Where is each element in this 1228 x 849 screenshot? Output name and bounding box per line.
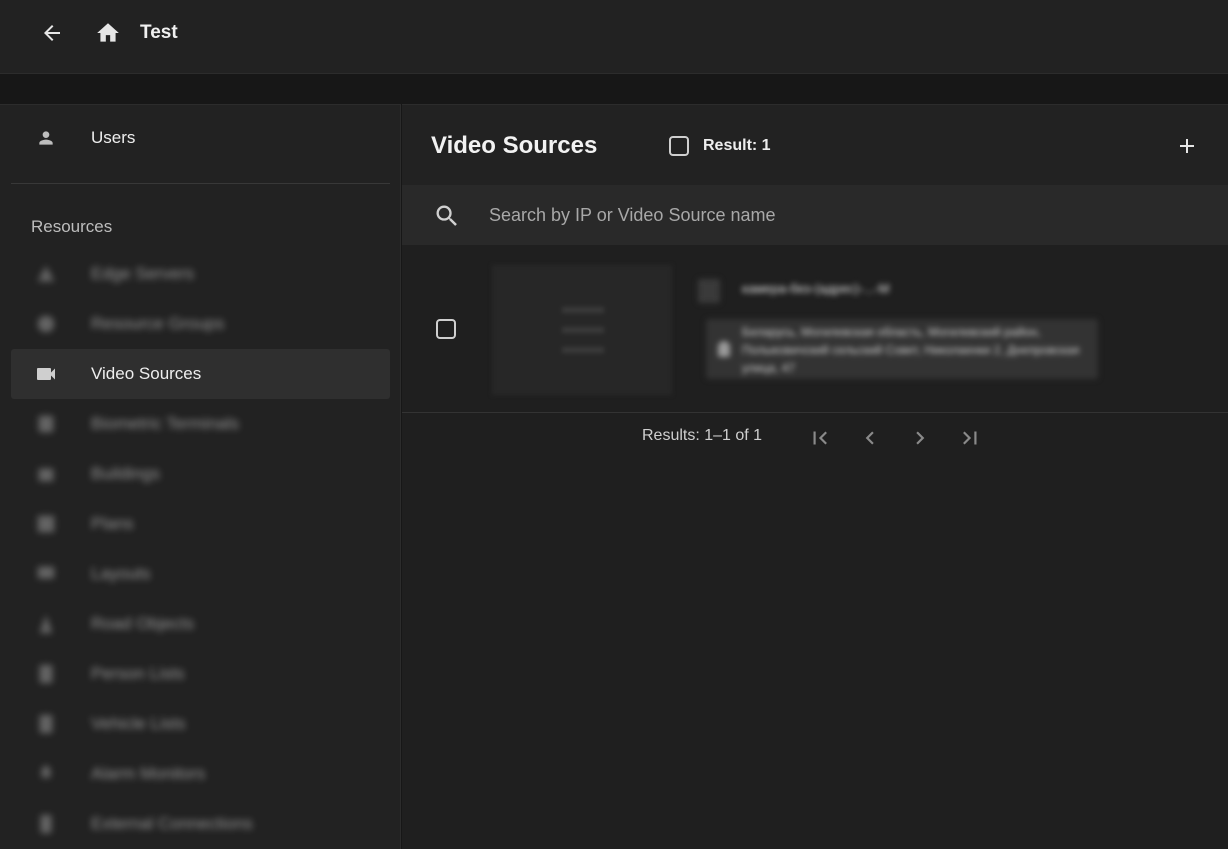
add-video-source-button[interactable] [1172,131,1202,161]
layout-icon [33,561,59,587]
sidebar-item-external-connections[interactable]: External Connections [11,799,390,849]
select-all-checkbox[interactable] [669,136,689,156]
sidebar-item-label: Video Sources [91,364,202,383]
search-bar [402,185,1228,245]
terminal-icon [33,411,59,437]
person-icon [33,125,59,151]
table-row[interactable]: камера-без-(адрес)-...-М Беларусь, Могил… [402,245,1228,413]
sidebar-item-label: Plans [91,514,134,533]
sidebar-item-label: Biometric Terminals [91,414,240,433]
sidebar-item-users[interactable]: Users [11,113,390,163]
sidebar-item-label: Road Objects [91,614,194,633]
sidebar-item-resource-groups[interactable]: Resource Groups [11,299,390,349]
sidebar-item-video-sources[interactable]: Video Sources [11,349,390,399]
sidebar-item-vehicle-lists[interactable]: Vehicle Lists [11,699,390,749]
result-count: Result: 1 [703,137,771,154]
sidebar-item-label: Edge Servers [91,264,194,283]
sidebar-item-label: Person Lists [91,664,185,683]
connection-icon [33,811,59,837]
pagination-results: Results: 1–1 of 1 [642,427,763,444]
groups-icon [33,311,59,337]
search-icon [436,205,457,226]
sidebar-item-layouts[interactable]: Layouts [11,549,390,599]
sidebar-section-title: Resources [31,217,113,236]
road-icon [33,611,59,637]
top-bar: Test [0,0,1228,74]
arrow-left-icon [44,25,60,41]
first-page-icon [813,431,827,445]
plus-icon [1180,139,1194,153]
sidebar-item-road-objects[interactable]: Road Objects [11,599,390,649]
sidebar-item-plans[interactable]: Plans [11,499,390,549]
home-button[interactable] [94,19,122,47]
sidebar-item-label: Vehicle Lists [91,714,186,733]
main-panel: Video Sources Result: 1 камера-без-(адре… [402,104,1228,849]
home-icon [97,23,119,42]
next-page-button[interactable] [907,425,933,451]
back-button[interactable] [38,19,66,47]
panel-header: Video Sources Result: 1 [402,105,1228,185]
pagination: Results: 1–1 of 1 [402,413,1228,459]
sidebar-item-label: Buildings [91,464,160,483]
sidebar-item-label: Users [91,128,136,147]
video-camera-icon [33,361,59,387]
list-icon [33,661,59,687]
sidebar-item-person-lists[interactable]: Person Lists [11,649,390,699]
camera-icon [698,279,720,303]
last-page-icon [963,431,977,445]
address-chip: Беларусь, Могилевская область, Могилевск… [706,319,1098,379]
sidebar-item-edge-servers[interactable]: Edge Servers [11,249,390,299]
sidebar-item-buildings[interactable]: Buildings [11,449,390,499]
previous-page-button[interactable] [857,425,883,451]
server-icon [33,261,59,287]
page-title: Test [140,22,178,43]
sidebar-item-label: Layouts [91,564,151,583]
location-pin-icon [718,341,730,357]
alarm-icon [33,761,59,787]
video-thumbnail[interactable] [492,265,672,395]
sidebar-item-label: Resource Groups [91,314,225,333]
chevron-left-icon [865,431,874,445]
video-source-name: камера-без-(адрес)-...-М [742,281,890,296]
address-text: Беларусь, Могилевская область, Могилевск… [742,325,1080,375]
list-icon [33,711,59,737]
sidebar-item-biometric-terminals[interactable]: Biometric Terminals [11,399,390,449]
building-icon [33,461,59,487]
panel-title: Video Sources [431,132,598,159]
first-page-button[interactable] [807,425,833,451]
sidebar: Users Resources Edge Servers Resource Gr… [0,104,401,849]
sidebar-divider [11,183,390,184]
search-input[interactable] [489,199,1189,231]
sidebar-item-label: External Connections [91,814,253,833]
plan-icon [33,511,59,537]
row-checkbox[interactable] [436,319,456,339]
chevron-right-icon [916,431,925,445]
sidebar-item-alarm-monitors[interactable]: Alarm Monitors [11,749,390,799]
last-page-button[interactable] [957,425,983,451]
sidebar-item-label: Alarm Monitors [91,764,206,783]
